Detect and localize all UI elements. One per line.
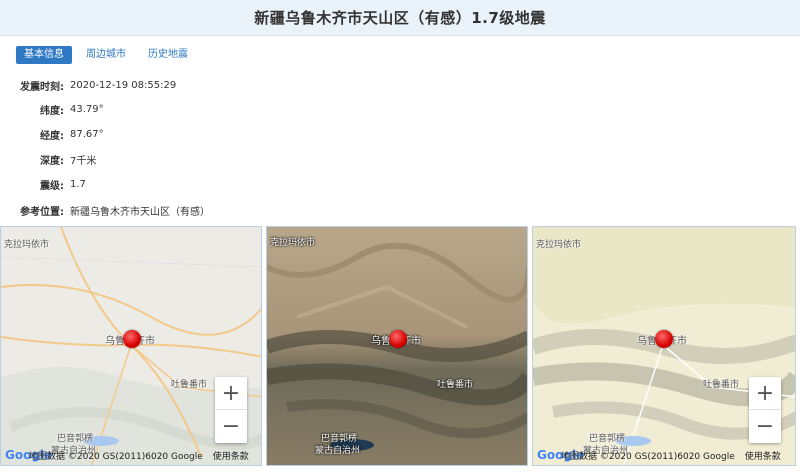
longitude-label: 经度: <box>40 130 64 142</box>
epicenter-marker[interactable] <box>655 330 673 348</box>
info-row-location: 参考位置: 新疆乌鲁木齐市天山区（有感） <box>0 197 420 223</box>
page-title: 新疆乌鲁木齐市天山区（有感）1.7级地震 <box>254 9 546 27</box>
depth-value: 7千米 <box>70 155 97 167</box>
zoom-out-button[interactable]: − <box>215 410 247 443</box>
longitude-value: 87.67° <box>70 128 104 140</box>
time-label: 发震时刻: <box>20 81 64 93</box>
label-karamay: 克拉玛依市 <box>4 240 50 250</box>
epicenter-marker[interactable] <box>389 330 407 348</box>
map-terrain[interactable]: 克拉玛依市 乌鲁木齐市 吐鲁番市 巴音郭楞 蒙古自治州 + − Google 地… <box>532 226 796 466</box>
location-value: 新疆乌鲁木齐市天山区（有感） <box>70 206 210 218</box>
zoom-in-button[interactable]: + <box>215 377 247 410</box>
info-row-longitude: 经度: 87.67° <box>0 121 420 147</box>
zoom-in-button[interactable]: + <box>749 377 781 410</box>
latitude-label: 纬度: <box>40 105 64 117</box>
map-roadmap[interactable]: 克拉玛依市 乌鲁木齐市 吐鲁番市 巴音郭楞 蒙古自治州 + − Google 地… <box>0 226 262 466</box>
label-karamay: 克拉玛依市 <box>536 240 582 250</box>
map-satellite[interactable]: 克拉玛依市 乌鲁木齐市 吐鲁番市 巴音郭楞 蒙古自治州 <box>266 226 528 466</box>
label-karamay: 克拉玛依市 <box>270 238 316 248</box>
info-row-latitude: 纬度: 43.79° <box>0 96 420 122</box>
location-label: 参考位置: <box>20 206 64 218</box>
zoom-controls: + − <box>749 377 781 443</box>
map-attribution: 地图数据 ©2020 GS(2011)6020 Google 使用条款 <box>29 449 249 462</box>
attribution-text: 地图数据 ©2020 GS(2011)6020 Google <box>561 452 735 462</box>
label-turpan: 吐鲁番市 <box>171 380 208 390</box>
zoom-out-button[interactable]: − <box>749 410 781 443</box>
latitude-value: 43.79° <box>70 103 104 115</box>
time-value: 2020-12-19 08:55:29 <box>70 79 177 91</box>
terms-link[interactable]: 使用条款 <box>213 452 249 462</box>
map-panels: 克拉玛依市 乌鲁木齐市 吐鲁番市 巴音郭楞 蒙古自治州 + − Google 地… <box>0 226 800 472</box>
magnitude-value: 1.7 <box>70 178 86 190</box>
magnitude-label: 震级: <box>40 180 64 192</box>
title-bar: 新疆乌鲁木齐市天山区（有感）1.7级地震 <box>0 0 800 36</box>
terms-link[interactable]: 使用条款 <box>745 452 781 462</box>
info-row-depth: 深度: 7千米 <box>0 146 420 172</box>
label-turpan: 吐鲁番市 <box>437 380 474 390</box>
info-row-magnitude: 震级: 1.7 <box>0 171 420 197</box>
zoom-controls: + − <box>215 377 247 443</box>
label-turpan: 吐鲁番市 <box>703 380 740 390</box>
attribution-text: 地图数据 ©2020 GS(2011)6020 Google <box>29 452 203 462</box>
depth-label: 深度: <box>40 155 64 167</box>
epicenter-marker[interactable] <box>123 330 141 348</box>
info-row-time: 发震时刻: 2020-12-19 08:55:29 <box>0 72 420 98</box>
label-bayingol-2: 蒙古自治州 <box>315 446 361 456</box>
map-attribution: 地图数据 ©2020 GS(2011)6020 Google 使用条款 <box>561 449 781 462</box>
tab-bar: 基本信息 周边城市 历史地震 <box>16 46 196 64</box>
tab-basic-info[interactable]: 基本信息 <box>16 46 72 64</box>
tab-history-quakes[interactable]: 历史地震 <box>140 46 196 64</box>
tab-nearby-cities[interactable]: 周边城市 <box>78 46 134 64</box>
